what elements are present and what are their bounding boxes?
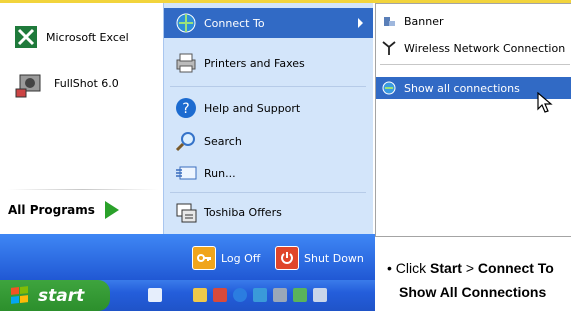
app-icon[interactable] (213, 288, 227, 302)
submenu-item-banner[interactable]: Banner (382, 14, 444, 28)
instruction-prefix: Click (395, 260, 427, 276)
pinned-item-excel[interactable]: Microsoft Excel (14, 25, 129, 49)
taskbar: start (0, 280, 375, 311)
menu-item-label: Toshiba Offers (204, 205, 282, 219)
search-icon (174, 129, 198, 153)
svg-text:?: ? (182, 101, 189, 117)
instruction-bullet: • (387, 260, 392, 276)
menu-item-label: Connect To (204, 16, 265, 30)
right-divider (170, 86, 366, 87)
excel-icon (14, 25, 38, 49)
start-menu-bottom-bar: Log Off Shut Down (0, 234, 375, 280)
instruction-line-2: Show All Connections (387, 280, 571, 304)
arrow-right-icon (104, 201, 119, 219)
app-icon[interactable] (253, 288, 267, 302)
all-programs-button[interactable]: All Programs (8, 201, 119, 219)
submenu-item-wireless[interactable]: Wireless Network Connection (382, 41, 565, 55)
menu-item-toshiba-offers[interactable]: Toshiba Offers (174, 200, 282, 224)
menu-item-run[interactable]: Run... (174, 161, 236, 185)
left-divider (8, 189, 158, 190)
menu-item-label: Printers and Faxes (204, 56, 305, 70)
instruction-show-all-connections: Show All Connections (399, 284, 547, 300)
menu-item-search[interactable]: Search (174, 129, 242, 153)
submenu-arrow-icon (358, 18, 363, 28)
connect-to-submenu: Banner Wireless Network Connection Show … (375, 3, 571, 237)
quick-launch-icon[interactable] (148, 288, 162, 302)
shut-down-button[interactable]: Shut Down (275, 246, 364, 270)
all-programs-label: All Programs (8, 203, 95, 217)
menu-item-help-and-support[interactable]: ? Help and Support (174, 96, 300, 120)
connect-to-icon (174, 11, 198, 35)
browser-icon[interactable] (233, 288, 247, 302)
menu-item-label: Search (204, 134, 242, 148)
printer-icon (174, 51, 198, 75)
start-label: start (38, 285, 85, 306)
folder-icon[interactable] (193, 288, 207, 302)
toshiba-offers-icon (174, 200, 198, 224)
network-connections-icon (382, 81, 396, 95)
pinned-item-fullshot[interactable]: FullShot 6.0 (14, 67, 119, 99)
menu-item-label: Help and Support (204, 101, 301, 115)
start-menu-right-column: Connect To Printers and Faxes ? Help and… (163, 3, 373, 234)
windows-logo-icon (8, 284, 32, 308)
submenu-item-label: Banner (404, 14, 444, 28)
menu-item-connect-to[interactable]: Connect To (164, 8, 373, 38)
submenu-item-label: Wireless Network Connection (404, 41, 566, 55)
shut-down-label: Shut Down (304, 251, 364, 265)
app-icon[interactable] (293, 288, 307, 302)
right-divider (170, 192, 366, 193)
mouse-cursor-icon (537, 92, 553, 113)
key-icon (192, 246, 216, 270)
instruction-line-1: • Click Start > Connect To (387, 256, 571, 280)
start-button[interactable]: start (0, 280, 110, 311)
app-icon[interactable] (313, 288, 327, 302)
instruction-text: • Click Start > Connect To Show All Conn… (387, 256, 571, 304)
submenu-divider (380, 64, 570, 65)
submenu-item-label: Show all connections (404, 81, 520, 95)
app-icon[interactable] (273, 288, 287, 302)
pinned-item-label: Microsoft Excel (46, 30, 129, 44)
log-off-button[interactable]: Log Off (192, 246, 260, 270)
antenna-icon (382, 41, 396, 55)
network-icon (382, 14, 396, 28)
help-icon: ? (174, 96, 198, 120)
menu-item-label: Run... (204, 166, 236, 180)
run-icon (174, 161, 198, 185)
pinned-item-label: FullShot 6.0 (54, 76, 119, 90)
start-menu-left-column: Microsoft Excel FullShot 6.0 All Program… (0, 3, 164, 234)
log-off-label: Log Off (221, 251, 261, 265)
fullshot-icon (14, 67, 46, 99)
menu-item-printers-and-faxes[interactable]: Printers and Faxes (174, 51, 305, 75)
instruction-separator: > (465, 260, 475, 276)
instruction-connect-word: Connect To (477, 260, 554, 276)
instruction-start-word: Start (430, 260, 462, 276)
power-icon (275, 246, 299, 270)
